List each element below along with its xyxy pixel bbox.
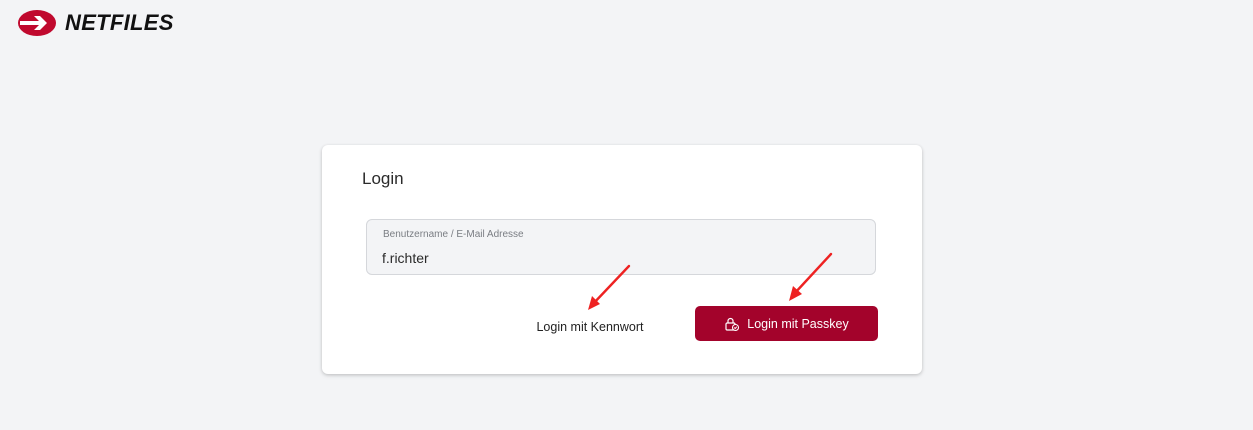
username-field[interactable]: Benutzername / E-Mail Adresse <box>366 219 876 275</box>
login-page: NETFILES Login Benutzername / E-Mail Adr… <box>0 0 1253 430</box>
login-with-passkey-button[interactable]: Login mit Passkey <box>695 306 878 341</box>
login-with-password-button[interactable]: Login mit Kennwort <box>522 315 658 339</box>
login-title: Login <box>362 169 404 188</box>
brand-header[interactable]: NETFILES <box>17 9 174 37</box>
brand-name: NETFILES <box>65 10 174 35</box>
login-card: Login Benutzername / E-Mail Adresse Logi… <box>322 145 922 374</box>
username-label: Benutzername / E-Mail Adresse <box>383 229 524 240</box>
lock-passkey-icon <box>725 317 740 331</box>
netfiles-logo-icon <box>18 10 56 36</box>
passkey-button-label: Login mit Passkey <box>747 316 849 331</box>
username-input[interactable] <box>382 250 852 266</box>
